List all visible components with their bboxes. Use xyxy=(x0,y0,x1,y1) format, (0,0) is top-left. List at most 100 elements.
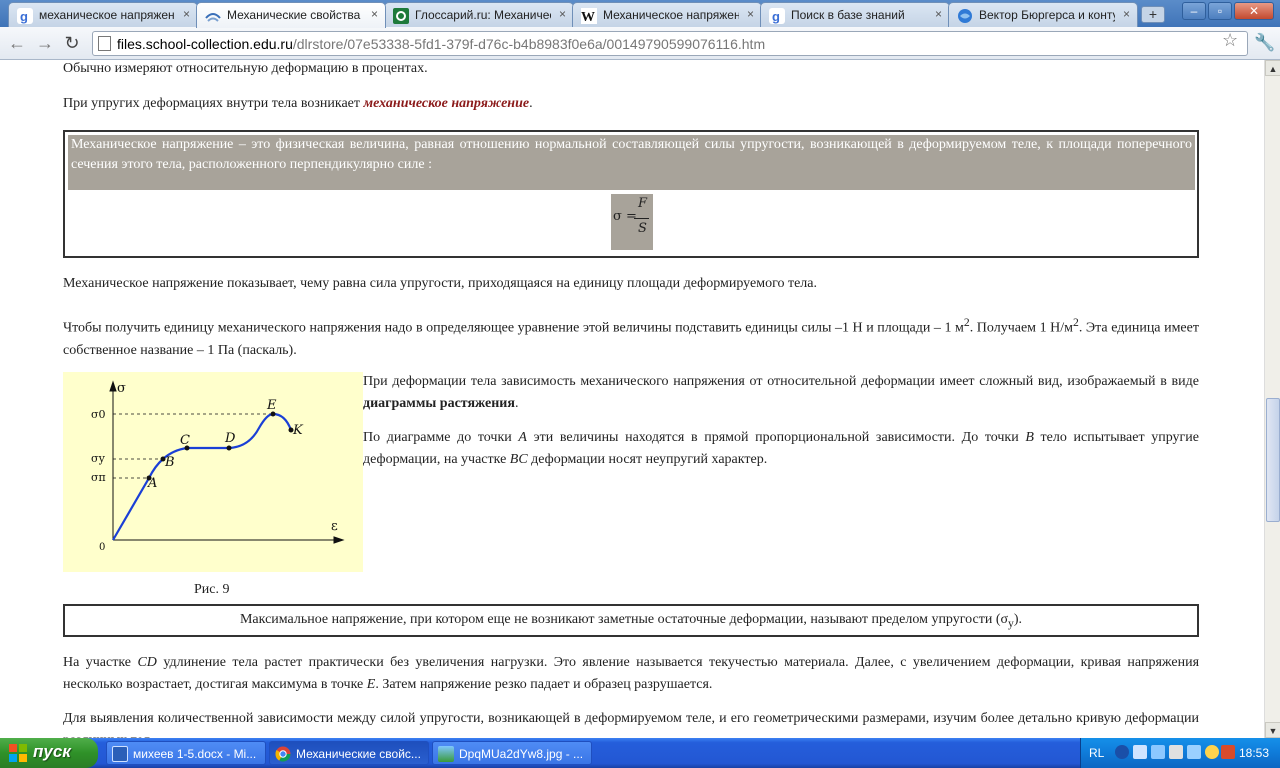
tab-close-icon[interactable]: × xyxy=(935,7,942,21)
devices-icon[interactable] xyxy=(1169,745,1183,759)
point-k-label: K xyxy=(292,423,304,438)
tab-title: Механическое напряжение xyxy=(603,8,739,22)
tab-close-icon[interactable]: × xyxy=(183,7,190,21)
sigma-0-label: σ0 xyxy=(91,408,106,421)
tab-title: Механические свойства тв xyxy=(227,8,363,22)
url-text: files.school-collection.edu.ru/dlrstore/… xyxy=(117,36,765,52)
tab-strip: g механическое напряжение × Механические… xyxy=(0,0,1280,28)
wifi-icon[interactable] xyxy=(1133,745,1147,759)
stress-strain-diagram: σ ε 0 σ0 σу σп A B C D E K xyxy=(63,372,363,572)
network-icon[interactable] xyxy=(1151,745,1165,759)
definition-box: Механическое напряжение – это физическая… xyxy=(63,130,1199,258)
page-icon xyxy=(98,36,111,51)
point-ref: A xyxy=(518,430,527,445)
windows-logo-icon xyxy=(9,744,27,762)
point-d xyxy=(226,445,232,451)
task-label: DpqMUa2dYw8.jpg - ... xyxy=(459,747,584,761)
paragraph-diagram: При деформации тела зависимость механиче… xyxy=(363,374,1199,411)
close-window-icon[interactable]: ✕ xyxy=(1234,2,1274,20)
address-bar[interactable]: files.school-collection.edu.ru/dlrstore/… xyxy=(92,31,1248,56)
text: эти величины находятся в прямой пропорци… xyxy=(526,430,1026,445)
tab-close-icon[interactable]: × xyxy=(1123,7,1130,21)
tab-knowledge-search[interactable]: g Поиск в базе знаний × xyxy=(760,2,950,27)
forward-arrow-icon[interactable]: → xyxy=(34,32,56,54)
scroll-down-icon[interactable]: ▼ xyxy=(1265,722,1280,738)
svg-text:W: W xyxy=(581,10,595,24)
language-indicator[interactable]: RL xyxy=(1089,746,1104,760)
formula-lhs: σ = xyxy=(613,209,637,224)
stress-term-link[interactable]: механическое напряжение xyxy=(364,96,530,111)
text: Чтобы получить единицу механического нап… xyxy=(63,320,964,336)
task-label: Механические свойс... xyxy=(296,747,421,761)
system-tray: RL 18:53 xyxy=(1080,738,1280,768)
task-word-document[interactable]: михеев 1-5.docx - Mi... xyxy=(106,741,266,765)
word-icon xyxy=(112,746,128,762)
minimize-icon[interactable]: – xyxy=(1182,2,1206,20)
reload-icon[interactable]: ↻ xyxy=(61,32,83,54)
tab-title: Вектор Бюргерса и контур xyxy=(979,8,1115,22)
axis-y-label: σ xyxy=(117,381,126,396)
tab-close-icon[interactable]: × xyxy=(747,7,754,21)
clock[interactable]: 18:53 xyxy=(1239,746,1269,760)
sigma-y-label: σу xyxy=(91,452,106,465)
formula-denominator: S xyxy=(638,221,647,236)
monitor-icon[interactable] xyxy=(1187,745,1201,759)
volume-icon[interactable] xyxy=(1221,745,1235,759)
vertical-scrollbar[interactable]: ▲ ▼ xyxy=(1264,60,1280,738)
tab-burgers-vector[interactable]: Вектор Бюргерса и контур × xyxy=(948,2,1138,27)
stress-formula: σ = F S xyxy=(611,194,653,250)
tab-wikipedia[interactable]: W Механическое напряжение × xyxy=(572,2,762,27)
image-viewer-icon xyxy=(438,746,454,762)
text: При упругих деформациях внутри тела возн… xyxy=(63,96,364,111)
point-e-label: E xyxy=(266,398,277,413)
point-b-label: B xyxy=(164,455,175,470)
paragraph-points: По диаграмме до точки A эти величины нах… xyxy=(363,427,1199,471)
paragraph-stress-intro: При упругих деформациях внутри тела возн… xyxy=(63,96,533,111)
axis-x-label: ε xyxy=(331,519,338,534)
globe-icon xyxy=(958,9,972,23)
paragraph-unit: Чтобы получить единицу механического нап… xyxy=(63,312,1199,362)
browser-toolbar: ← → ↻ files.school-collection.edu.ru/dlr… xyxy=(0,27,1280,60)
figure-caption: Рис. 9 xyxy=(194,582,230,597)
start-label: пуск xyxy=(33,742,71,761)
origin-label: 0 xyxy=(99,542,105,553)
tab-title: механическое напряжение xyxy=(39,8,175,22)
task-chrome[interactable]: Механические свойс... xyxy=(269,741,429,765)
tab-close-icon[interactable]: × xyxy=(371,7,378,21)
wrench-icon[interactable]: 🔧 xyxy=(1254,33,1275,53)
security-icon[interactable] xyxy=(1205,745,1219,759)
bold-term: диаграммы растяжения xyxy=(363,396,515,411)
task-image-viewer[interactable]: DpqMUa2dYw8.jpg - ... xyxy=(432,741,592,765)
tab-google-search[interactable]: g механическое напряжение × xyxy=(8,2,198,27)
new-tab-button[interactable]: + xyxy=(1141,6,1165,23)
scroll-up-icon[interactable]: ▲ xyxy=(1265,60,1280,76)
start-button[interactable]: пуск xyxy=(0,738,98,768)
text: На участке xyxy=(63,655,138,670)
tab-glossary[interactable]: Глоссарий.ru: Механическо × xyxy=(384,2,574,27)
text: ). xyxy=(1013,612,1023,627)
paragraph-quantitative: Для выявления количественной зависимости… xyxy=(63,711,1199,738)
sigma-p-label: σп xyxy=(91,471,106,484)
text: По диаграмме до точки xyxy=(363,430,519,445)
point-d-label: D xyxy=(224,431,236,446)
text: . Получаем 1 Н/м xyxy=(969,320,1073,336)
maximize-icon[interactable]: ▫ xyxy=(1208,2,1232,20)
school-collection-icon xyxy=(205,13,221,22)
paragraph-stress-meaning: Механическое напряжение показывает, чему… xyxy=(63,276,817,291)
back-arrow-icon[interactable]: ← xyxy=(6,32,28,54)
bookmark-star-icon[interactable]: ☆ xyxy=(1222,30,1238,51)
tab-close-icon[interactable]: × xyxy=(559,7,566,21)
tab-title: Поиск в базе знаний xyxy=(791,8,905,22)
svg-text:g: g xyxy=(772,9,780,24)
wikipedia-icon: W xyxy=(581,8,597,24)
tab-mechanical-properties[interactable]: Механические свойства тв × xyxy=(196,2,386,28)
paragraph-percent: Обычно измеряют относительную деформацию… xyxy=(63,61,428,76)
text: деформации носят неупругий характер. xyxy=(527,452,768,467)
text: Максимальное напряжение, при котором еще… xyxy=(239,612,1009,627)
google-icon: g xyxy=(769,8,785,24)
paragraph-yield: На участке CD удлинение тела растет прак… xyxy=(63,652,1199,696)
stress-strain-curve xyxy=(112,412,293,541)
back-icon[interactable] xyxy=(1115,745,1129,759)
url-path: /dlrstore/07e53338-5fd1-379f-d76c-b4b898… xyxy=(292,36,766,52)
scroll-thumb[interactable] xyxy=(1266,398,1280,522)
